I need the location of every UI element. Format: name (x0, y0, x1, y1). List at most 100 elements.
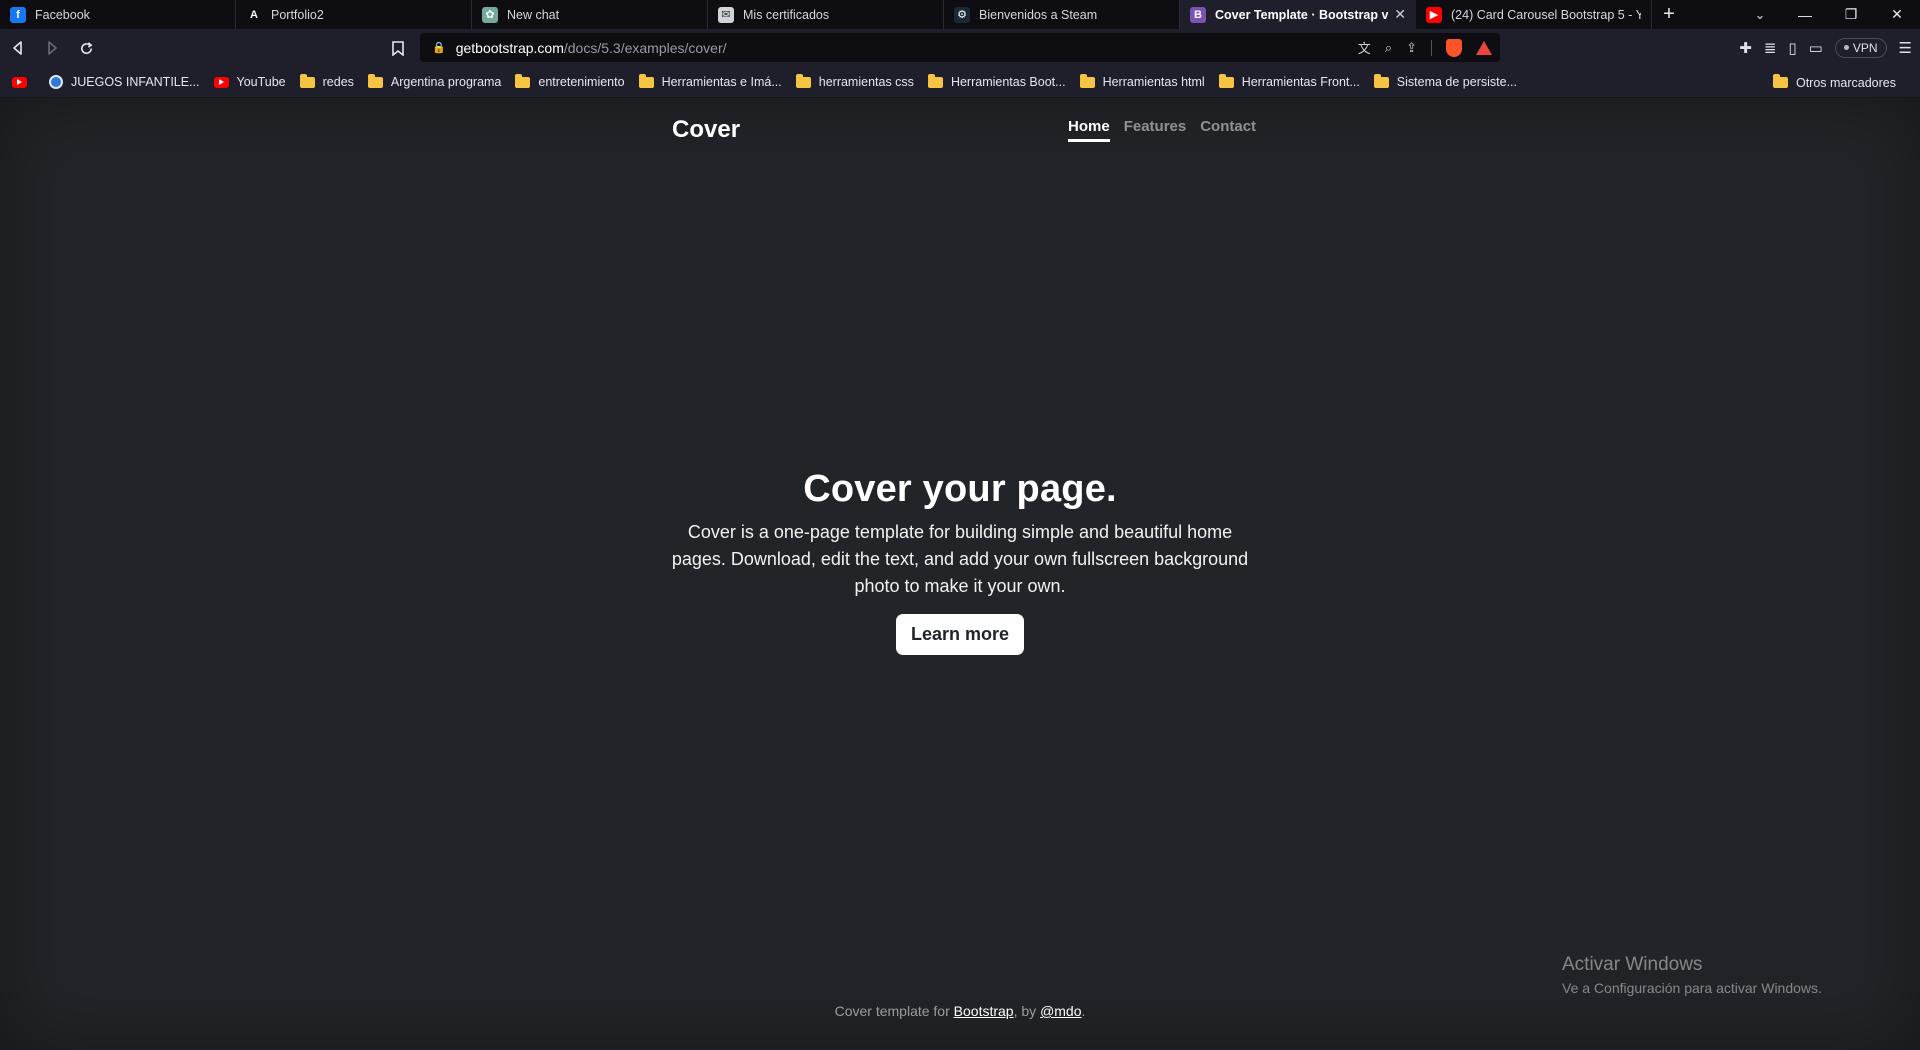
youtube-icon: ▶ (1426, 6, 1442, 23)
menu-icon[interactable]: ☰ (1899, 39, 1912, 57)
tab-title: New chat (507, 7, 560, 22)
translate-icon[interactable]: 文 (1358, 38, 1371, 57)
bookmark-label: JUEGOS INFANTILE... (71, 75, 200, 89)
folder-icon (1772, 74, 1788, 88)
bookmark-item[interactable]: Herramientas e Imá... (638, 73, 782, 89)
browser-extensions: ✚ ≣ ▯ ▭ VPN ☰ (1739, 33, 1912, 62)
bookmark-label: redes (322, 75, 354, 89)
tab-3[interactable]: ✉ Mis certificados (708, 0, 944, 29)
folder-icon (515, 73, 531, 88)
tab-4[interactable]: ⚙ Bienvenidos a Steam (944, 0, 1180, 29)
brave-shields-icon[interactable] (1446, 38, 1462, 57)
reload-icon (80, 41, 93, 54)
mail-icon: ✉ (718, 6, 734, 23)
wallet-icon[interactable]: ▭ (1809, 39, 1823, 57)
folder-icon (1218, 73, 1234, 88)
tab-0[interactable]: f Facebook (0, 0, 236, 29)
main-nav: Home Features Contact (1068, 118, 1256, 142)
other-bookmarks[interactable]: Otros marcadores (1772, 67, 1896, 98)
share-icon[interactable]: ⇪ (1406, 40, 1417, 56)
tab-title: Mis certificados (743, 7, 830, 22)
tab-5[interactable]: B Cover Template · Bootstrap v5.3 ✕ (1180, 0, 1416, 29)
folder-icon (795, 73, 811, 88)
mdo-link[interactable]: @mdo (1040, 1003, 1081, 1019)
bookmark-label: Herramientas e Imá... (661, 75, 782, 89)
bookmark-item[interactable]: YouTube (213, 75, 286, 89)
bookmark-label: Herramientas html (1102, 75, 1205, 89)
bookmark-item[interactable]: Herramientas Front... (1218, 73, 1360, 89)
restore-button[interactable]: ❐ (1828, 0, 1874, 29)
lock-icon: 🔒 (432, 42, 446, 54)
hero-text: Cover is a one-page template for buildin… (671, 522, 1249, 596)
bookmark-label: entretenimiento (538, 75, 625, 89)
page-content: Cover Home Features Contact Cover your pag… (0, 98, 1920, 1050)
youtube-icon (213, 76, 229, 88)
chatgpt-icon: ✿ (482, 6, 498, 23)
window-controls: — ❐ ✕ (1782, 0, 1920, 29)
hero: Cover your page. Cover is a one-page tem… (660, 468, 1260, 655)
tab-6[interactable]: ▶ (24) Card Carousel Bootstrap 5 - YouT (1416, 0, 1652, 29)
bookmark-icon (392, 40, 404, 56)
steam-icon: ⚙ (954, 6, 970, 23)
extensions-puzzle-icon[interactable]: ✚ (1739, 39, 1752, 57)
sidebar-icon[interactable]: ▯ (1788, 39, 1796, 57)
tab-search-icon[interactable]: ⌄ (1745, 0, 1775, 29)
close-window-button[interactable]: ✕ (1874, 0, 1920, 29)
bookmark-label: herramientas css (818, 75, 914, 89)
folder-icon (1373, 73, 1389, 88)
bootstrap-link[interactable]: Bootstrap (954, 1003, 1014, 1019)
forward-button[interactable] (36, 32, 68, 64)
hero-title: Cover your page. (803, 468, 1117, 510)
browser-toolbar: 🔒 getbootstrap.com/docs/5.3/examples/cov… (0, 29, 1920, 67)
tab-title: Portfolio2 (271, 7, 324, 22)
bookmark-item[interactable]: herramientas css (795, 73, 914, 89)
folder-icon (927, 73, 943, 88)
bookmark-label: Sistema de persiste... (1396, 75, 1517, 89)
bookmark-item[interactable]: JUEGOS INFANTILE... (49, 75, 200, 89)
close-tab-icon[interactable]: ✕ (1394, 6, 1406, 23)
bookmark-label: Herramientas Boot... (950, 75, 1066, 89)
footer-suffix: . (1081, 1003, 1086, 1019)
tab-title: Cover Template · Bootstrap v5.3 (1215, 7, 1389, 22)
nav-contact[interactable]: Contact (1200, 118, 1256, 142)
learn-more-button[interactable]: Learn more (895, 614, 1025, 655)
vpn-button[interactable]: VPN (1834, 37, 1887, 58)
bookmark-label: Argentina programa (390, 75, 502, 89)
bookmark-page-button[interactable] (382, 32, 414, 64)
back-button[interactable] (2, 32, 34, 64)
bootstrap-icon: B (1190, 6, 1206, 23)
nav-features[interactable]: Features (1124, 118, 1187, 142)
playlist-icon[interactable]: ≣ (1764, 39, 1777, 57)
minimize-button[interactable]: — (1782, 0, 1828, 29)
reload-button[interactable] (70, 32, 102, 64)
other-bookmarks-label: Otros marcadores (1795, 75, 1896, 90)
folder-icon (638, 73, 654, 88)
bookmark-item[interactable]: Argentina programa (367, 73, 502, 89)
watermark-subtitle: Ve a Configuración para activar Windows. (1562, 980, 1822, 996)
facebook-icon: f (10, 6, 26, 23)
address-bar[interactable]: 🔒 getbootstrap.com/docs/5.3/examples/cov… (420, 33, 1500, 62)
bookmark-item[interactable]: Sistema de persiste... (1373, 73, 1517, 89)
bookmark-item[interactable]: Herramientas Boot... (927, 73, 1066, 89)
url-host: getbootstrap.com (455, 39, 564, 56)
zoom-icon[interactable]: ⌕ (1385, 40, 1392, 56)
nav-home[interactable]: Home (1068, 118, 1110, 142)
tab-title: Bienvenidos a Steam (979, 7, 1098, 22)
address-bar-actions: 文 ⌕ ⇪ (1358, 33, 1492, 62)
url-path: /docs/5.3/examples/cover/ (563, 39, 727, 56)
tab-2[interactable]: ✿ New chat (472, 0, 708, 29)
footer: Cover template for Bootstrap, by @mdo. (0, 1003, 1920, 1019)
tab-1[interactable]: A Portfolio2 (236, 0, 472, 29)
bookmark-item[interactable] (12, 76, 35, 88)
vercel-a-icon: A (246, 6, 262, 23)
bookmark-item[interactable]: redes (299, 73, 354, 89)
bookmark-item[interactable]: Herramientas html (1079, 73, 1205, 89)
divider (1431, 39, 1432, 56)
new-tab-button[interactable]: + (1652, 0, 1686, 29)
brave-rewards-icon[interactable] (1476, 40, 1492, 55)
vpn-status-dot (1843, 45, 1849, 50)
bookmarks-list: JUEGOS INFANTILE... YouTube redes Argentina… (12, 73, 1531, 89)
bookmark-item[interactable]: entretenimiento (515, 73, 625, 89)
folder-icon (367, 73, 383, 88)
tab-title: (24) Card Carousel Bootstrap 5 - YouT (1451, 7, 1641, 22)
